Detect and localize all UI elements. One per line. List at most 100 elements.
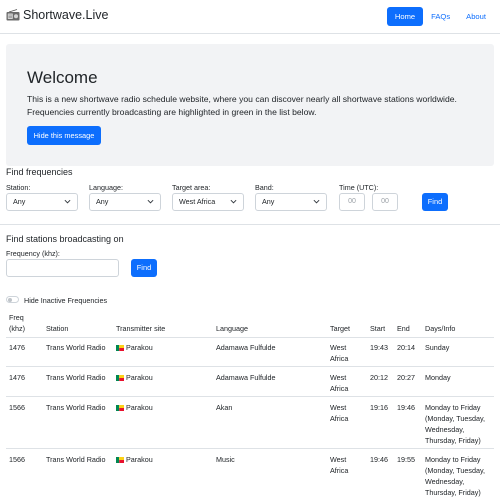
cell-start: 19:16 (370, 403, 388, 412)
station-select[interactable]: Any (6, 193, 78, 211)
cell-freq: 1476 (9, 373, 25, 382)
cell-freq: 1566 (9, 455, 25, 464)
header-start: Start (370, 324, 386, 333)
header-target: Target (330, 324, 350, 333)
cell-days: Monday (425, 373, 451, 382)
brand-name: Shortwave.Live (23, 8, 109, 22)
cell-site-name: Parakou (126, 373, 153, 382)
cell-start: 19:43 (370, 343, 388, 352)
cell-end: 20:27 (397, 373, 415, 382)
header-days-info: Days/Info (425, 324, 456, 333)
time-end-input[interactable]: 00 (372, 193, 398, 211)
cell-language: Adamawa Fulfulde (216, 343, 276, 352)
chevron-down-icon (64, 199, 71, 204)
benin-flag-icon (116, 344, 124, 351)
target-area-label: Target area: (172, 183, 211, 192)
welcome-text: This is a new shortwave radio schedule w… (27, 94, 457, 117)
benin-flag-icon (116, 374, 124, 381)
cell-days-line: Wednesday, (425, 425, 465, 434)
language-label: Language: (89, 183, 123, 192)
welcome-title: Welcome (27, 68, 98, 87)
cell-days: Sunday (425, 343, 450, 352)
find-frequencies-title: Find frequencies (6, 167, 73, 177)
table-divider (6, 337, 494, 338)
cell-site: Parakou (116, 372, 153, 383)
cell-days-line: (Monday, Tuesday, (425, 466, 486, 475)
band-select-value: Any (262, 197, 275, 206)
nav-about[interactable]: About (458, 7, 494, 26)
section-divider (0, 224, 500, 225)
cell-site-name: Parakou (126, 455, 153, 464)
hide-message-button[interactable]: Hide this message (27, 126, 101, 145)
chevron-down-icon (147, 199, 154, 204)
cell-target: West Africa (330, 342, 348, 364)
cell-target: West Africa (330, 372, 348, 394)
cell-site-name: Parakou (126, 403, 153, 412)
language-select[interactable]: Any (89, 193, 161, 211)
cell-end: 19:55 (397, 455, 415, 464)
cell-target: West Africa (330, 454, 348, 476)
cell-site: Parakou (116, 342, 153, 353)
cell-freq: 1476 (9, 343, 25, 352)
table-divider (6, 448, 494, 449)
band-select[interactable]: Any (255, 193, 327, 211)
cell-start: 19:46 (370, 455, 388, 464)
header-language: Language (216, 324, 248, 333)
header-freq-line2: (khz) (9, 324, 25, 333)
cell-days: Monday to Friday (Monday, Tuesday, Wedne… (425, 454, 485, 498)
benin-flag-icon (116, 456, 124, 463)
band-label: Band: (255, 183, 274, 192)
target-area-select-value: West Africa (179, 197, 216, 206)
cell-target-line2: Africa (330, 354, 349, 363)
header-transmitter-site: Transmitter site (116, 324, 166, 333)
cell-target-line1: West (330, 343, 347, 352)
cell-days-line: Monday to Friday (425, 455, 481, 464)
header-end: End (397, 324, 410, 333)
cell-site: Parakou (116, 454, 153, 465)
frequency-input[interactable] (6, 259, 119, 277)
benin-flag-icon (116, 404, 124, 411)
header-freq: Freq (khz) (9, 312, 25, 334)
cell-days: Monday to Friday (Monday, Tuesday, Wedne… (425, 402, 485, 446)
cell-station: Trans World Radio (46, 373, 106, 382)
brand-link[interactable]: Shortwave.Live (6, 8, 108, 22)
cell-days-line: Thursday, Friday) (425, 488, 481, 497)
cell-end: 20:14 (397, 343, 415, 352)
station-select-value: Any (13, 197, 26, 206)
nav-faqs[interactable]: FAQs (423, 7, 458, 26)
cell-station: Trans World Radio (46, 455, 106, 464)
frequency-label: Frequency (khz): (6, 249, 60, 258)
cell-days-line: Wednesday, (425, 477, 465, 486)
cell-site-name: Parakou (126, 343, 153, 352)
cell-target-line1: West (330, 403, 347, 412)
header-freq-line1: Freq (9, 313, 24, 322)
cell-target: West Africa (330, 402, 348, 424)
find-stations-title: Find stations broadcasting on (6, 234, 124, 244)
nav-links: Home FAQs About (386, 7, 494, 26)
table-divider (6, 366, 494, 367)
target-area-select[interactable]: West Africa (172, 193, 244, 211)
cell-language: Akan (216, 403, 233, 412)
cell-language: Music (216, 455, 235, 464)
header-station: Station (46, 324, 69, 333)
welcome-panel: Welcome This is a new shortwave radio sc… (6, 44, 494, 166)
cell-site: Parakou (116, 402, 153, 413)
find-frequencies-button[interactable]: Find (422, 193, 448, 211)
cell-target-line1: West (330, 373, 347, 382)
cell-station: Trans World Radio (46, 343, 106, 352)
cell-end: 19:46 (397, 403, 415, 412)
time-start-input[interactable]: 00 (339, 193, 365, 211)
cell-target-line2: Africa (330, 466, 349, 475)
find-stations-button[interactable]: Find (131, 259, 157, 277)
toggle-knob (8, 298, 12, 302)
nav-home[interactable]: Home (386, 7, 424, 26)
cell-station: Trans World Radio (46, 403, 106, 412)
cell-days-line: (Monday, Tuesday, (425, 414, 486, 423)
hide-inactive-label: Hide Inactive Frequencies (24, 296, 108, 305)
chevron-down-icon (313, 199, 320, 204)
language-select-value: Any (96, 197, 109, 206)
hide-inactive-toggle[interactable] (6, 296, 19, 303)
cell-days-line: Monday to Friday (425, 403, 481, 412)
cell-language: Adamawa Fulfulde (216, 373, 276, 382)
time-label: Time (UTC): (339, 183, 379, 192)
